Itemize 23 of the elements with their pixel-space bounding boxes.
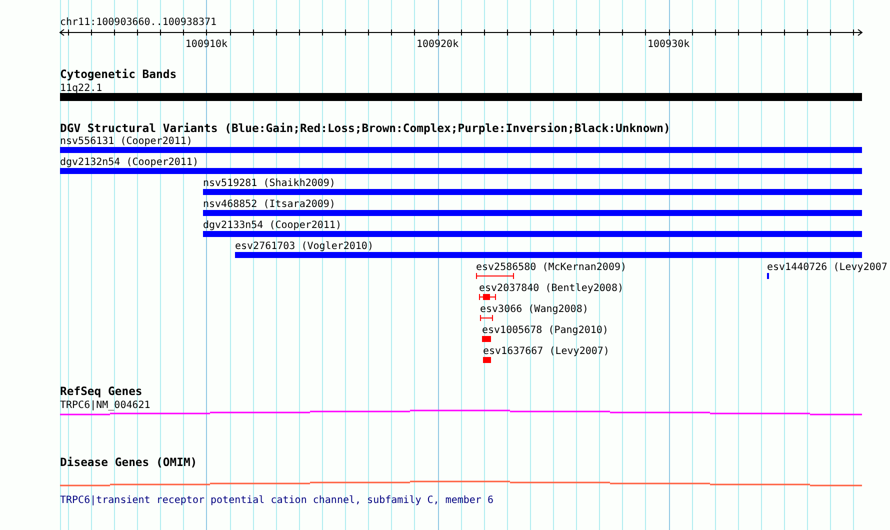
tick-label: 100910k (185, 39, 228, 50)
track-title: DGV Structural Variants (Blue:Gain;Red:Loss;Brown:Complex;Purple:Inversion;Black:Unknown) (60, 121, 670, 135)
variant-label: nsv556131 (Cooper2011) (60, 136, 192, 147)
track-title: Disease Genes (OMIM) (60, 455, 198, 469)
variant-label: esv1440726 (Levy2007 (767, 262, 888, 273)
gene-label: TRPC6|transient receptor potential cation channel, subfamily C, member 6 (60, 495, 494, 506)
tick-label: 100920k (416, 39, 459, 50)
variant-label: esv3066 (Wang2008) (480, 304, 588, 315)
variant-label: nsv519281 (Shaikh2009) (203, 178, 336, 189)
variant-label: esv2586580 (McKernan2009) (476, 262, 627, 273)
band-label: 11q22.1 (60, 83, 102, 94)
region-label: chr11:100903660..100938371 (60, 17, 217, 28)
gene-label: TRPC6|NM_004621 (60, 400, 150, 411)
track-title: RefSeq Genes (60, 384, 142, 398)
variant-label: esv1637667 (Levy2007) (483, 346, 610, 357)
track-title: Cytogenetic Bands (60, 67, 177, 81)
variant-label: nsv468852 (Itsara2009) (203, 199, 336, 210)
variant-label: dgv2133n54 (Cooper2011) (203, 220, 342, 231)
tick-label: 100930k (648, 39, 690, 50)
variant-label: esv2037840 (Bentley2008) (479, 283, 624, 294)
variant-label: esv2761703 (Vogler2010) (235, 241, 374, 252)
variant-label: dgv2132n54 (Cooper2011) (60, 157, 198, 168)
variant-label: esv1005678 (Pang2010) (482, 325, 608, 336)
